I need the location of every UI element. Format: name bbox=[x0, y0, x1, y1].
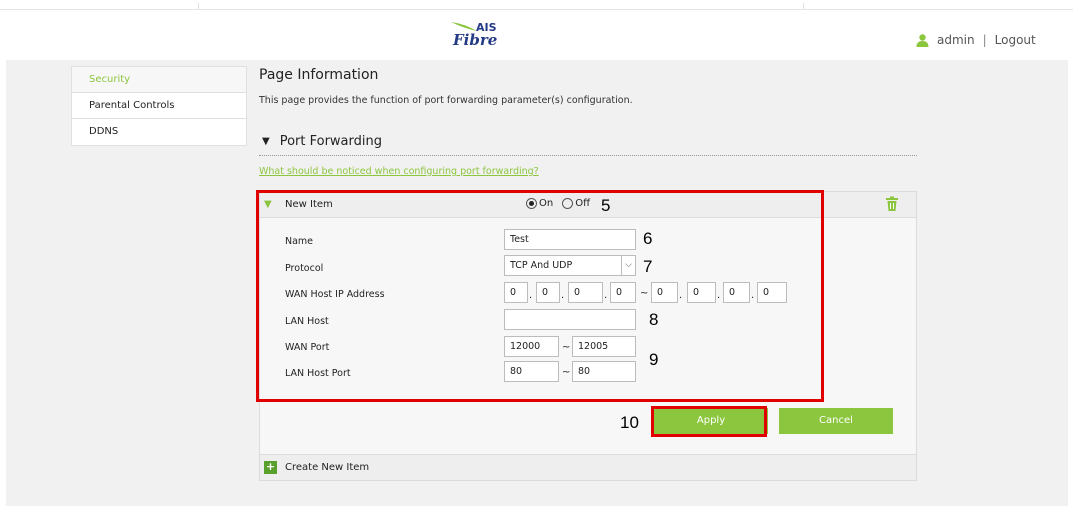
annotation-5: 5 bbox=[601, 196, 611, 215]
divider-tick bbox=[198, 3, 199, 9]
sidebar-item-parental-controls[interactable]: Parental Controls bbox=[72, 93, 246, 119]
sidebar-item-security[interactable]: Security bbox=[72, 67, 246, 93]
annotation-8: 8 bbox=[649, 310, 659, 329]
plus-icon[interactable]: + bbox=[264, 461, 277, 474]
sidebar: Security Parental Controls DDNS bbox=[71, 66, 247, 146]
triangle-down-icon: ▼ bbox=[262, 136, 270, 147]
logout-link[interactable]: Logout bbox=[995, 33, 1036, 47]
annotation-6: 6 bbox=[643, 229, 653, 248]
logo-fibre-text: Fibre bbox=[453, 31, 498, 49]
help-link[interactable]: What should be noticed when configuring … bbox=[259, 166, 539, 177]
highlight-form-box bbox=[256, 190, 824, 402]
create-new-item-bar[interactable]: + Create New Item bbox=[260, 454, 916, 480]
sidebar-item-ddns[interactable]: DDNS bbox=[72, 119, 246, 145]
header-separator: | bbox=[982, 33, 987, 47]
section-title[interactable]: ▼ Port Forwarding bbox=[262, 134, 382, 149]
username: admin bbox=[937, 33, 975, 47]
trash-icon[interactable] bbox=[885, 196, 899, 212]
annotation-7: 7 bbox=[643, 257, 653, 276]
section-title-label: Port Forwarding bbox=[279, 134, 382, 149]
annotation-9: 9 bbox=[649, 350, 659, 369]
cancel-button[interactable]: Cancel bbox=[779, 408, 893, 434]
page-title: Page Information bbox=[259, 67, 379, 83]
user-bar: admin | Logout bbox=[916, 31, 1036, 49]
divider-tick bbox=[803, 3, 804, 9]
page-description: This page provides the function of port … bbox=[259, 95, 633, 106]
top-divider bbox=[0, 9, 1073, 10]
ais-fibre-logo: AIS Fibre bbox=[451, 20, 523, 49]
create-new-item-label: Create New Item bbox=[285, 462, 370, 473]
highlight-apply-box bbox=[651, 406, 767, 437]
annotation-10: 10 bbox=[620, 413, 639, 432]
user-icon bbox=[916, 33, 929, 47]
section-divider bbox=[259, 155, 917, 156]
